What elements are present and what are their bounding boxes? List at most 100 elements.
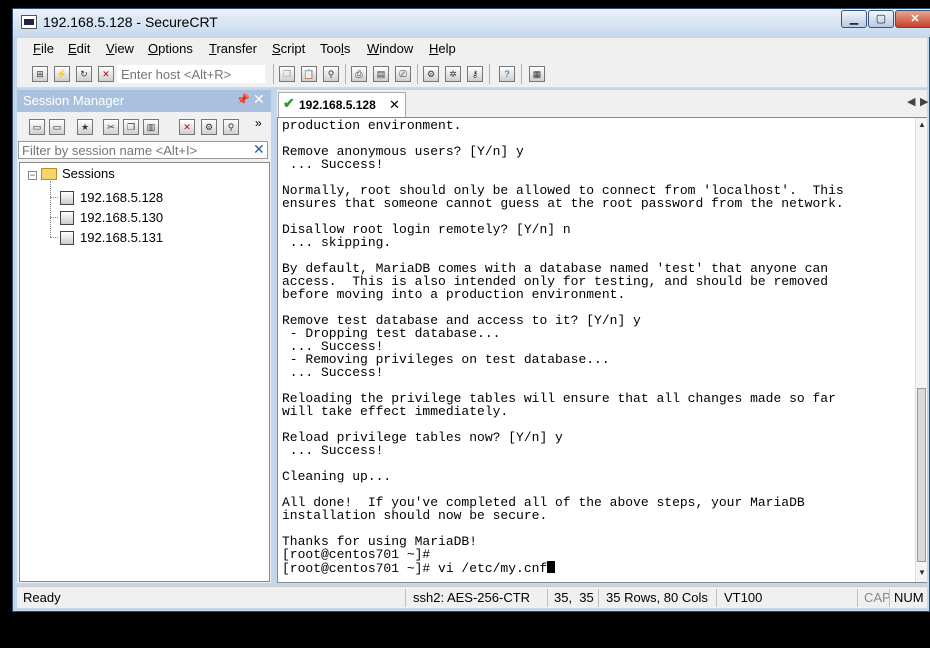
scroll-down-icon[interactable]: ▼	[918, 568, 926, 577]
session-manager-close-icon[interactable]: ✕	[253, 91, 265, 108]
new-session-icon[interactable]: ▭	[29, 119, 45, 135]
terminal-line: ... Success!	[282, 157, 384, 172]
text-cursor	[547, 561, 556, 573]
help-icon[interactable]: ?	[499, 66, 515, 82]
connect-icon[interactable]: ⊞	[32, 66, 48, 82]
scroll-thumb[interactable]	[917, 388, 926, 562]
properties-icon[interactable]: ⚙	[201, 119, 217, 135]
status-separator	[857, 589, 858, 607]
minimize-button[interactable]: ▁	[841, 10, 867, 28]
terminal-line: ... Success!	[282, 443, 384, 458]
more-chevron-icon[interactable]: »	[255, 116, 262, 130]
status-dimensions: 35 Rows, 80 Cols	[606, 590, 708, 605]
maximize-button[interactable]: ▢	[868, 10, 894, 28]
status-cipher: ssh2: AES-256-CTR	[413, 590, 531, 605]
print-setup-icon[interactable]: ▤	[373, 66, 389, 82]
terminal-line: Cleaning up...	[282, 469, 392, 484]
copy-icon[interactable]: ❐	[279, 66, 295, 82]
menu-options[interactable]: Options	[148, 41, 193, 56]
global-options-icon[interactable]: ✲	[445, 66, 461, 82]
folder-icon	[41, 168, 57, 180]
new-folder-icon[interactable]: ★	[77, 119, 93, 135]
collapse-icon[interactable]: −	[28, 171, 37, 180]
host-input[interactable]	[117, 65, 265, 83]
window-title: 192.168.5.128 - SecureCRT	[43, 14, 218, 30]
session-tab-bar: ✔ 192.168.5.128 ✕ ◀ ▶	[277, 90, 928, 117]
menu-tools[interactable]: Tools	[320, 41, 350, 56]
sessions-folder[interactable]: Sessions	[62, 166, 115, 181]
toolbar-separator	[345, 64, 346, 84]
tab-close-icon[interactable]: ✕	[389, 97, 400, 113]
terminal-line: ... Success!	[282, 365, 384, 380]
terminal-line: [root@centos701 ~]# vi /etc/my.cnf	[282, 561, 844, 575]
session-options-icon[interactable]: ⚙	[423, 66, 439, 82]
paste-session-icon[interactable]: ▥	[143, 119, 159, 135]
session-tree: − Sessions 192.168.5.128 192.168.5.130 1…	[19, 162, 270, 582]
status-emulation: VT100	[724, 590, 763, 605]
session-label: 192.168.5.130	[80, 210, 164, 225]
tab-scroll-left-icon[interactable]: ◀	[907, 95, 915, 108]
status-separator	[889, 589, 890, 607]
terminal-line: production environment.	[282, 118, 462, 133]
find-session-icon[interactable]: ⚲	[223, 119, 239, 135]
menu-script[interactable]: Script	[272, 41, 305, 56]
find-icon[interactable]: ⚲	[323, 66, 339, 82]
keymap-icon[interactable]: ⚷	[467, 66, 483, 82]
menu-edit[interactable]: Edit	[68, 41, 90, 56]
tab-192-168-5-128[interactable]: ✔ 192.168.5.128 ✕	[278, 92, 406, 117]
menu-file[interactable]: File	[33, 41, 54, 56]
toolbar-separator	[489, 64, 490, 84]
session-icon	[60, 211, 74, 225]
terminal-scrollbar[interactable]: ▲ ▼	[915, 118, 927, 582]
terminal-line: [root@centos701 ~]#	[282, 547, 431, 562]
copy-session-icon[interactable]: ❐	[123, 119, 139, 135]
tree-connector	[50, 197, 58, 198]
session-manager-title: Session Manager	[23, 93, 125, 108]
session-icon	[60, 191, 74, 205]
terminal-screen[interactable]: production environment. Remove anonymous…	[277, 117, 927, 583]
status-separator	[547, 589, 548, 607]
session-manager-header: Session Manager 📌 ✕	[17, 90, 271, 112]
status-bar: Ready ssh2: AES-256-CTR 35, 35 35 Rows, …	[17, 586, 927, 608]
connected-check-icon: ✔	[283, 95, 295, 111]
tree-connector	[50, 217, 58, 218]
cut-icon[interactable]: ✂	[103, 119, 119, 135]
paste-icon[interactable]: 📋	[301, 66, 317, 82]
securecrt-window: 192.168.5.128 - SecureCRT ▁ ▢ ✕ File Edi…	[12, 8, 930, 612]
menu-help[interactable]: Help	[429, 41, 456, 56]
terminal-output: production environment. Remove anonymous…	[282, 119, 844, 575]
delete-icon[interactable]: ✕	[179, 119, 195, 135]
reconnect-icon[interactable]: ↻	[76, 66, 92, 82]
terminal-line: ensures that someone cannot guess at the…	[282, 196, 844, 211]
title-bar[interactable]: 192.168.5.128 - SecureCRT ▁ ▢ ✕	[13, 9, 930, 37]
securecrt-app-icon[interactable]	[21, 15, 37, 29]
status-separator	[405, 589, 406, 607]
tab-scroll-right-icon[interactable]: ▶	[920, 95, 928, 108]
terminal-line: ... skipping.	[282, 235, 392, 250]
terminal-line: will take effect immediately.	[282, 404, 509, 419]
quick-connect-icon[interactable]: ⚡	[54, 66, 70, 82]
filter-clear-icon[interactable]: ✕	[253, 141, 265, 158]
close-window-button[interactable]: ✕	[895, 10, 930, 28]
status-separator	[716, 589, 717, 607]
print-icon[interactable]: ⎙	[351, 66, 367, 82]
main-toolbar: ⊞ ⚡ ↻ ✕ ❐ 📋 ⚲ ⎙ ▤ ⎚ ⚙ ✲ ⚷ ? ▦	[17, 60, 927, 88]
menu-transfer[interactable]: Transfer	[209, 41, 257, 56]
toolbar-separator	[273, 64, 274, 84]
pin-icon[interactable]: 📌	[236, 93, 250, 106]
log-session-icon[interactable]: ⎚	[395, 66, 411, 82]
session-manager-toolbar: ▭ ▭ ★ ✂ ❐ ▥ ✕ ⚙ ⚲ »	[17, 114, 271, 140]
toolbar-separator	[417, 64, 418, 84]
connect-session-icon[interactable]: ▭	[49, 119, 65, 135]
menu-window[interactable]: Window	[367, 41, 413, 56]
sftp-icon[interactable]: ▦	[529, 66, 545, 82]
scroll-up-icon[interactable]: ▲	[918, 120, 926, 129]
session-icon	[60, 231, 74, 245]
menu-view[interactable]: View	[106, 41, 134, 56]
session-manager-panel: Session Manager 📌 ✕ ▭ ▭ ★ ✂ ❐ ▥ ✕ ⚙ ⚲ » …	[17, 90, 271, 583]
session-filter-input[interactable]	[18, 141, 268, 159]
tree-connector	[50, 237, 58, 238]
status-caps-lock: CAP	[864, 590, 891, 605]
disconnect-icon[interactable]: ✕	[98, 66, 114, 82]
status-separator	[598, 589, 599, 607]
